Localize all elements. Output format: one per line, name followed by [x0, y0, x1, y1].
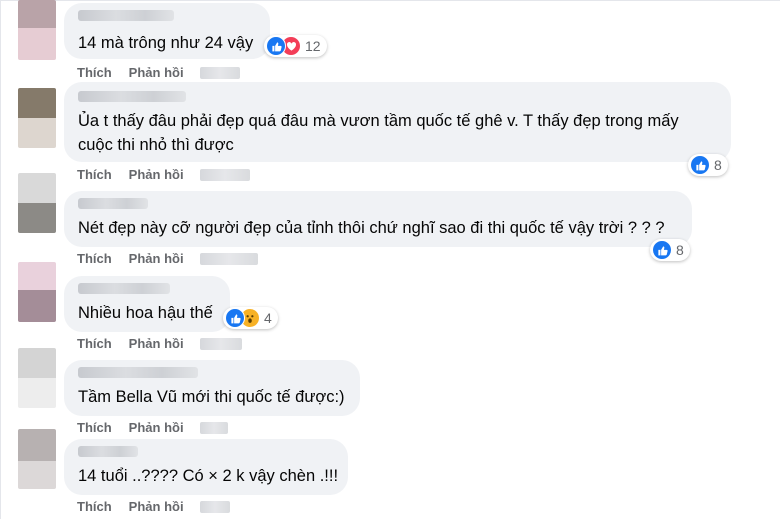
comment-bubble: Nhiều hoa hậu thế	[64, 276, 230, 332]
timestamp[interactable]	[199, 66, 240, 79]
like-button[interactable]: Thích	[77, 65, 112, 80]
author-name[interactable]	[78, 91, 186, 102]
reaction-summary[interactable]: 8	[650, 239, 690, 261]
reply-button[interactable]: Phản hồi	[129, 499, 184, 514]
like-button[interactable]: Thích	[77, 167, 112, 182]
timestamp[interactable]	[199, 168, 250, 181]
reply-button[interactable]: Phản hồi	[129, 420, 184, 435]
avatar[interactable]	[18, 429, 56, 489]
comment-actions: Thích Phản hồi	[77, 499, 230, 514]
comment-text: Ủa t thấy đâu phải đẹp quá đâu mà vươn t…	[78, 112, 679, 130]
timestamp[interactable]	[199, 421, 228, 434]
comment-text: Nhiều hoa hậu thế	[78, 304, 213, 322]
avatar[interactable]	[18, 262, 56, 322]
author-name[interactable]	[78, 283, 170, 294]
reaction-count: 4	[264, 310, 272, 326]
author-name[interactable]	[78, 198, 148, 209]
reaction-count: 8	[676, 242, 684, 258]
comment-bubble: Tầm Bella Vũ mới thi quốc tế được:)	[64, 360, 360, 416]
comment-actions: Thích Phản hồi	[77, 251, 258, 266]
reply-button[interactable]: Phản hồi	[129, 65, 184, 80]
comment-bubble: Nét đẹp này cỡ người đẹp của tỉnh thôi c…	[64, 191, 692, 247]
author-name[interactable]	[78, 446, 138, 457]
like-icon	[266, 36, 286, 56]
comment-actions: Thích Phản hồi	[77, 336, 242, 351]
reaction-summary[interactable]: 12	[264, 35, 327, 57]
comment-text: 14 mà trông như 24 vậy	[78, 34, 254, 52]
comment-bubble: 14 mà trông như 24 vậy	[64, 3, 270, 59]
avatar[interactable]	[18, 88, 56, 148]
frame-border	[0, 0, 1, 519]
like-button[interactable]: Thích	[77, 499, 112, 514]
like-button[interactable]: Thích	[77, 336, 112, 351]
reaction-summary[interactable]: 4	[223, 307, 278, 329]
timestamp[interactable]	[199, 337, 242, 350]
comment-actions: Thích Phản hồi	[77, 167, 250, 182]
comment-text: Nét đẹp này cỡ người đẹp của tỉnh thôi c…	[78, 219, 665, 237]
comment-bubble: 14 tuổi ..???? Có × 2 k vậy chèn .!!!	[64, 439, 348, 495]
like-button[interactable]: Thích	[77, 251, 112, 266]
reply-button[interactable]: Phản hồi	[129, 336, 184, 351]
reply-button[interactable]: Phản hồi	[129, 167, 184, 182]
reply-button[interactable]: Phản hồi	[129, 251, 184, 266]
reaction-summary[interactable]: 8	[688, 154, 728, 176]
frame-border	[0, 0, 780, 1]
avatar[interactable]	[18, 348, 56, 408]
comment-actions: Thích Phản hồi	[77, 420, 228, 435]
avatar[interactable]	[18, 173, 56, 233]
comment-text: 14 tuổi ..???? Có × 2 k vậy chèn .!!!	[78, 467, 339, 485]
like-icon	[690, 155, 710, 175]
avatar[interactable]	[18, 0, 56, 60]
like-button[interactable]: Thích	[77, 420, 112, 435]
comment-actions: Thích Phản hồi	[77, 65, 240, 80]
author-name[interactable]	[78, 367, 198, 378]
comment-bubble: Ủa t thấy đâu phải đẹp quá đâu mà vươn t…	[64, 82, 731, 162]
like-icon	[225, 308, 245, 328]
reaction-count: 12	[305, 38, 321, 54]
comment-text: Tầm Bella Vũ mới thi quốc tế được:)	[78, 388, 345, 406]
like-icon	[652, 240, 672, 260]
timestamp[interactable]	[199, 500, 230, 513]
timestamp[interactable]	[199, 252, 258, 265]
reaction-count: 8	[714, 157, 722, 173]
comment-text: cuộc thi nhỏ thì được	[78, 136, 234, 154]
author-name[interactable]	[78, 10, 174, 21]
